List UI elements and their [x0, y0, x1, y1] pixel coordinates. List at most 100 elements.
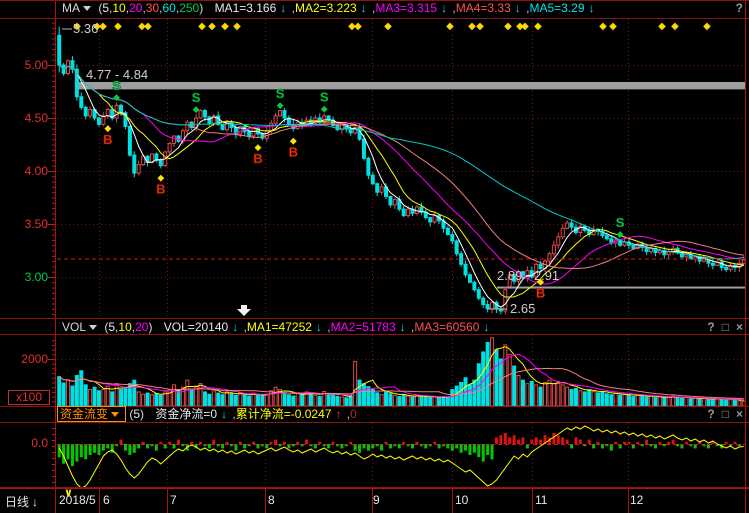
sell-diamond-icon: ◆ — [617, 229, 624, 239]
price-label: 4.50 — [8, 111, 48, 125]
moneyflow-indicator-header: 资金流变 (5) 资金净流=0↓ ,累计净流=-0.0247↑ ,0 ? □ × — [0, 407, 749, 422]
event-diamond-icon: ◆ — [208, 21, 216, 32]
month-label: 12 — [630, 493, 643, 507]
sell-diamond-icon: ◆ — [113, 92, 120, 102]
buy-signal-label: B — [156, 181, 165, 196]
ma-indicator-dropdown[interactable]: MA — [62, 1, 95, 15]
event-diamond-icon: ◆ — [446, 21, 454, 32]
month-label: 2018/5 — [59, 493, 96, 507]
ma-indicator-label: MA — [62, 1, 80, 15]
price-label: 3.00 — [8, 270, 48, 284]
help-button[interactable]: ? — [707, 320, 714, 334]
vol-window-buttons: ? □ × — [700, 320, 743, 335]
maximize-button[interactable]: □ — [722, 320, 729, 334]
month-label: 6 — [103, 493, 110, 507]
month-label: 9 — [373, 493, 380, 507]
event-diamond-icon: ◆ — [599, 21, 607, 32]
vol-indicator-dropdown[interactable]: VOL — [62, 320, 101, 334]
help-button[interactable]: ? — [707, 407, 714, 421]
event-diamond-icon: ◆ — [504, 21, 512, 32]
moneyflow-window-buttons: ? □ × — [700, 407, 743, 422]
gap-annotation: 4.77 - 4.84 — [86, 67, 148, 82]
month-separator — [532, 489, 533, 513]
event-diamond-icon: ◆ — [144, 21, 152, 32]
period-down-arrow-icon: ↓ — [32, 495, 38, 509]
month-separator — [167, 489, 168, 513]
volume-scale-label: 2000 — [8, 352, 48, 366]
event-diamond-icon: ◆ — [703, 21, 711, 32]
month-separator — [99, 489, 100, 513]
vol-ma-line-10 — [59, 355, 744, 400]
period-label: 日线 — [5, 495, 29, 509]
moneyflow-values: 资金净流=0↓ ,累计净流=-0.0247↑ ,0 — [155, 407, 356, 421]
time-axis: 日线↓ ∨ 2018/56789101112 — [0, 488, 749, 513]
buy-signal-label: B — [536, 285, 545, 300]
month-label: 11 — [535, 493, 547, 507]
moneyflow-indicator-dropdown[interactable]: 资金流变 — [57, 406, 126, 422]
vol-indicator-label: VOL — [62, 320, 86, 334]
gap-zones — [78, 82, 746, 289]
vol-params: (5,10,20) — [104, 320, 152, 334]
price-annotations: 5.36 2.65 4.77 - 4.84 2.89 - 2.91 — [62, 21, 559, 316]
event-diamond-icon: ◆ — [114, 21, 122, 32]
volume-bars — [58, 338, 746, 406]
event-diamond-icon: ◆ — [99, 21, 107, 32]
stock-chart-app: ◆B◆B◆B◆B◆BS◆S◆S◆S◆S◆◆◆◆◆◆◆◆◆◆◆◆◆◆◆◆◆◆◆◆◆… — [0, 0, 749, 513]
moneyflow-indicator-label: 资金流变 — [60, 407, 108, 421]
event-diamond-icon: ◆ — [658, 21, 666, 32]
sell-diamond-icon: ◆ — [193, 104, 200, 114]
volume-indicator-header: VOL (5,10,20) VOL=20140↓ ,MA1=47252↓ ,MA… — [0, 320, 749, 335]
vol-values: VOL=20140↓ ,MA1=47252↓ ,MA2=51783↓ ,MA3=… — [164, 320, 492, 334]
gap-annotation: 2.89 - 2.91 — [497, 268, 559, 283]
month-separator — [55, 489, 56, 513]
sell-signal-label: S — [192, 90, 201, 105]
sell-signal-label: S — [276, 86, 285, 101]
month-separator — [452, 489, 453, 513]
main-window-buttons: ? — [729, 1, 743, 16]
sell-diamond-icon: ◆ — [321, 103, 328, 113]
main-indicator-header: MA (5,10,20,30,60,250) MA1=3.166↓ ,MA2=3… — [0, 1, 749, 16]
sell-signal-label: S — [616, 215, 625, 230]
ma-line-30 — [59, 65, 744, 269]
close-button[interactable]: × — [736, 320, 743, 334]
buy-signal-label: B — [253, 151, 262, 166]
month-label: 7 — [170, 493, 177, 507]
price-label: 4.00 — [8, 164, 48, 178]
price-annotation: 5.36 — [73, 21, 98, 36]
month-separator — [265, 489, 266, 513]
event-diamond-icon: ◆ — [468, 21, 476, 32]
ma-values: MA1=3.166↓ ,MA2=3.223↓ ,MA3=3.315↓ ,MA4=… — [215, 1, 597, 15]
chart-canvas[interactable]: ◆B◆B◆B◆B◆BS◆S◆S◆S◆S◆◆◆◆◆◆◆◆◆◆◆◆◆◆◆◆◆◆◆◆◆… — [0, 0, 749, 513]
event-diamond-icon: ◆ — [384, 21, 392, 32]
help-button[interactable]: ? — [736, 1, 743, 15]
event-diamond-icon: ◆ — [609, 21, 617, 32]
buy-signal-label: B — [103, 132, 112, 147]
maximize-button[interactable]: □ — [722, 407, 729, 421]
scroll-position-icon — [237, 305, 251, 316]
buy-signal-label: B — [289, 144, 298, 159]
vol-ma-line-5 — [59, 347, 744, 401]
candlesticks — [58, 27, 746, 315]
dropdown-caret-icon — [111, 412, 119, 417]
month-separator — [745, 489, 746, 513]
price-annotation: 2.65 — [510, 301, 535, 316]
event-markers[interactable]: ◆◆◆◆◆◆◆◆◆◆◆◆◆◆◆◆◆◆◆◆◆◆◆◆◆ — [73, 21, 711, 32]
volume-unit-label: x100 — [8, 390, 50, 405]
event-diamond-icon: ◆ — [671, 21, 679, 32]
price-label: 5.00 — [8, 58, 48, 72]
price-label: 3.50 — [8, 217, 48, 231]
month-label: 8 — [268, 493, 275, 507]
close-button[interactable]: × — [736, 407, 743, 421]
event-diamond-icon: ◆ — [354, 21, 362, 32]
sell-signal-label: S — [320, 89, 329, 104]
month-label: 10 — [455, 493, 468, 507]
event-diamond-icon: ◆ — [521, 21, 529, 32]
moneyflow-params: (5) — [129, 407, 144, 421]
flow-zero-label: 0.0 — [8, 436, 48, 450]
event-diamond-icon: ◆ — [221, 21, 229, 32]
dropdown-caret-icon — [83, 6, 91, 11]
event-diamond-icon: ◆ — [476, 21, 484, 32]
moneyflow-bars — [57, 426, 745, 488]
sell-diamond-icon: ◆ — [277, 100, 284, 110]
period-selector[interactable]: 日线↓ — [5, 493, 38, 510]
